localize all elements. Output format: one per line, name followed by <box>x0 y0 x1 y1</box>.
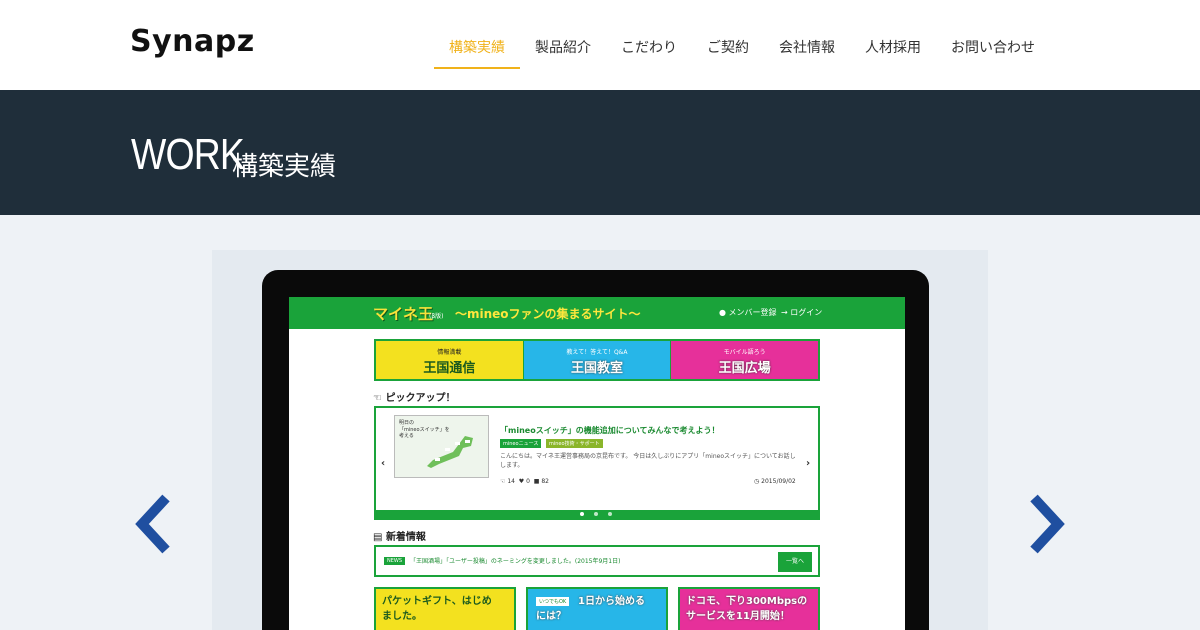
mockup-map-thumbnail: 明日の 「mineoスイッチ」を 考える <box>394 415 489 478</box>
nav-item-work[interactable]: 構築実績 <box>434 30 520 69</box>
nav-item-contract[interactable]: ご契約 <box>692 30 764 69</box>
chevron-left-icon: ‹ <box>381 458 386 469</box>
mockup-tile-text: ドコモ、下り300Mbpsの サービスを11月開始！ <box>686 595 807 624</box>
mockup-tag-news: mineoニュース <box>500 439 542 448</box>
laptop-screen[interactable]: マイネ王 (β版) 〜mineoファンの集まるサイト〜 ● メンバー登録 → ロ… <box>289 297 905 630</box>
pager-dot <box>594 512 598 516</box>
nav-item-contact[interactable]: お問い合わせ <box>936 30 1050 69</box>
nav-item-recruit[interactable]: 人材採用 <box>850 30 936 69</box>
user-icon: ● <box>719 308 726 317</box>
like-count: 14 <box>507 478 515 485</box>
mockup-pickup-stats: ☜ 14 ♥ 0 ■ 82 <box>500 478 549 485</box>
mockup-tile: パケットギフト、はじめ ました。 <box>374 587 516 630</box>
mockup-tile-badge: いつでもOK <box>536 597 570 606</box>
mockup-banners: 情報満載 王国通信 教えて！答えて！Q&A 王国教室 モバイル語ろう 王国広場 <box>374 339 820 381</box>
mockup-pickup-heading: ☜ ピックアップ！ <box>373 389 455 404</box>
page-subtitle: 構築実績 <box>232 152 337 182</box>
japan-map-icon <box>427 436 473 468</box>
mockup-banner-small: モバイル語ろう <box>723 349 766 356</box>
mockup-member-register-label: メンバー登録 <box>728 308 777 317</box>
thumbs-up-icon: ☜ <box>373 393 382 404</box>
mockup-pickup-title: ピックアップ！ <box>385 393 456 404</box>
mockup-login-label: ログイン <box>790 308 823 317</box>
mockup-banner-qa: 教えて！答えて！Q&A 王国教室 <box>523 341 672 379</box>
mockup-tile: ドコモ、下り300Mbpsの サービスを11月開始！ <box>678 587 820 630</box>
mockup-header: マイネ王 (β版) 〜mineoファンの集まるサイト〜 ● メンバー登録 → ロ… <box>289 297 905 329</box>
clock-icon: ◷ <box>754 478 760 485</box>
mockup-banner-big: 王国教室 <box>571 361 624 376</box>
mockup-banner-forum: モバイル語ろう 王国広場 <box>671 341 819 379</box>
mockup-banner-big: 王国通信 <box>423 361 476 376</box>
carousel-prev-button[interactable] <box>130 492 180 556</box>
mockup-tagline: 〜mineoファンの集まるサイト〜 <box>455 307 641 321</box>
pickup-date-value: 2015/09/02 <box>761 478 796 485</box>
heart-count: 0 <box>526 478 530 485</box>
page-title: WORK <box>131 130 245 179</box>
pager-dot <box>608 512 612 516</box>
mockup-banner-small: 情報満載 <box>437 349 462 356</box>
mockup-banner-big: 王国広場 <box>718 361 771 376</box>
tile-line: サービスを11月開始！ <box>686 610 790 622</box>
mockup-logo-sub: (β版) <box>429 313 444 320</box>
mockup-banner-news: 情報満載 王国通信 <box>376 341 524 379</box>
login-icon: → <box>781 308 788 317</box>
main-nav: 構築実績 製品紹介 こだわり ご契約 会社情報 人材採用 お問い合わせ <box>434 30 1050 69</box>
like-icon: ☜ <box>500 478 506 485</box>
tile-line: パケットギフト、はじめ <box>382 596 492 607</box>
mockup-logo: マイネ王 <box>373 305 434 323</box>
mockup-banner-small: 教えて！答えて！Q&A <box>566 349 628 356</box>
tile-line: ドコモ、下り300Mbpsの <box>686 596 808 607</box>
mockup-news-title: 新着情報 <box>385 532 426 543</box>
mockup-tag-support: mineo技術・サポート <box>546 439 603 448</box>
mockup-pickup-card: ‹ › 明日の 「mineoスイッチ」を 考える 「mineoスイッチ」の機能追… <box>374 406 820 520</box>
chevron-left-icon <box>135 494 170 554</box>
tile-line: ました。 <box>382 610 422 622</box>
nav-item-products[interactable]: 製品紹介 <box>520 30 606 69</box>
page-title-band: WORK 構築実績 <box>0 90 1200 215</box>
mockup-news-box: NEWS 「王国酒場」「ユーザー投稿」のネーミングを変更しました。(2015年9… <box>374 545 820 577</box>
mockup-tile-text: 1日から始める には？ <box>536 595 645 624</box>
mockup-tiles: パケットギフト、はじめ ました。 いつでもOK 1日から始める には？ ドコモ、… <box>374 587 820 630</box>
tile-line: には？ <box>536 610 566 622</box>
mockup-pickup-article-title: 「mineoスイッチ」の機能追加についてみんなで考えよう！ <box>500 426 720 435</box>
mockup-pickup-excerpt: こんにちは。マイネ王運営事務局の京昆布です。 今日は久しぶりにアプリ「mineo… <box>500 453 796 469</box>
site-logo[interactable]: Synapz <box>130 24 255 59</box>
mockup-tile-text: パケットギフト、はじめ ました。 <box>382 595 492 624</box>
comment-icon: ■ <box>533 478 540 485</box>
carousel-next-button[interactable] <box>1020 492 1070 556</box>
mockup-news-badge: NEWS <box>384 557 406 565</box>
chevron-right-icon <box>1030 494 1065 554</box>
tile-line: 1日から始める <box>578 596 645 607</box>
comment-count: 82 <box>541 478 549 485</box>
heart-icon: ♥ <box>518 478 525 485</box>
mockup-news-list-button: 一覧へ <box>778 552 812 572</box>
mockup-news-text: 「王国酒場」「ユーザー投稿」のネーミングを変更しました。(2015年9月1日) <box>410 558 621 565</box>
nav-item-commitment[interactable]: こだわり <box>606 30 692 69</box>
mockup-tile: いつでもOK 1日から始める には？ <box>526 587 668 630</box>
newspaper-icon: ▤ <box>373 532 383 543</box>
site-header: Synapz 構築実績 製品紹介 こだわり ご契約 会社情報 人材採用 お問い合… <box>0 0 1200 90</box>
mockup-pickup-date: ◷ 2015/09/02 <box>754 478 796 485</box>
mockup-news-heading: ▤ 新着情報 <box>373 528 426 543</box>
mockup-member-register-link: ● メンバー登録 <box>719 307 777 318</box>
chevron-right-icon: › <box>806 458 811 469</box>
mockup-pickup-pager <box>376 510 818 518</box>
mockup-login-link: → ログイン <box>781 307 822 318</box>
pager-dot <box>580 512 584 516</box>
nav-item-company[interactable]: 会社情報 <box>764 30 850 69</box>
